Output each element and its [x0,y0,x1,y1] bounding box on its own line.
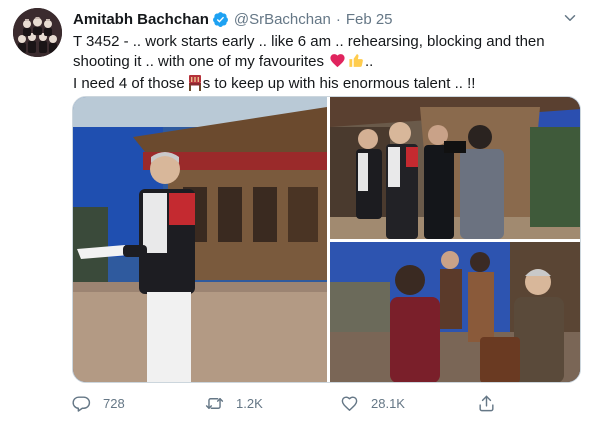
reply-icon [72,394,91,413]
chevron-down-icon[interactable] [561,9,579,27]
photo-1[interactable] [73,97,327,382]
tweet-timestamp[interactable]: Feb 25 [346,11,393,28]
share-button[interactable] [477,392,508,414]
chair-emoji [187,74,203,97]
reply-count: 728 [103,395,125,411]
tweet-text-line-1: T 3452 - .. work starts early .. like 6 … [73,33,545,50]
author-handle[interactable]: @SrBachchan [234,11,331,28]
avatar[interactable] [13,8,62,57]
tweet-text-line-3-end: s to keep up with his enormous talent ..… [202,75,476,92]
tweet-text: T 3452 - .. work starts early .. like 6 … [73,32,583,97]
header-separator: · [335,10,341,28]
tweet-text-line-2-body: shooting it .. with one of my favourites [73,52,324,70]
reply-button[interactable]: 728 [72,392,125,414]
retweet-button[interactable]: 1.2K [205,392,263,414]
like-count: 28.1K [371,395,405,411]
tweet-text-line-3-body: I need 4 of those [73,75,185,92]
media-grid [72,96,581,383]
tweet[interactable]: Amitabh Bachchan @SrBachchan · Feb 25 T … [0,0,593,425]
author-name[interactable]: Amitabh Bachchan [73,11,209,28]
tweet-text-line-3: I need 4 of those s to keep up with his e… [73,74,583,97]
like-button[interactable]: 28.1K [340,392,405,414]
share-icon [477,394,496,413]
photo-2[interactable] [330,97,580,239]
like-icon [340,394,359,413]
red-heart-emoji [329,52,346,75]
photo-3[interactable] [330,242,580,382]
retweet-icon [205,394,224,413]
tweet-header: Amitabh Bachchan @SrBachchan · Feb 25 [73,9,393,29]
thumbs-up-emoji [348,52,365,75]
tweet-text-line-2-end: .. [364,52,374,70]
tweet-actions: 728 1.2K 28.1K [72,392,512,414]
verified-badge-icon [212,11,229,28]
retweet-count: 1.2K [236,395,263,411]
tweet-text-line-2: shooting it .. with one of my favourites… [73,52,583,75]
